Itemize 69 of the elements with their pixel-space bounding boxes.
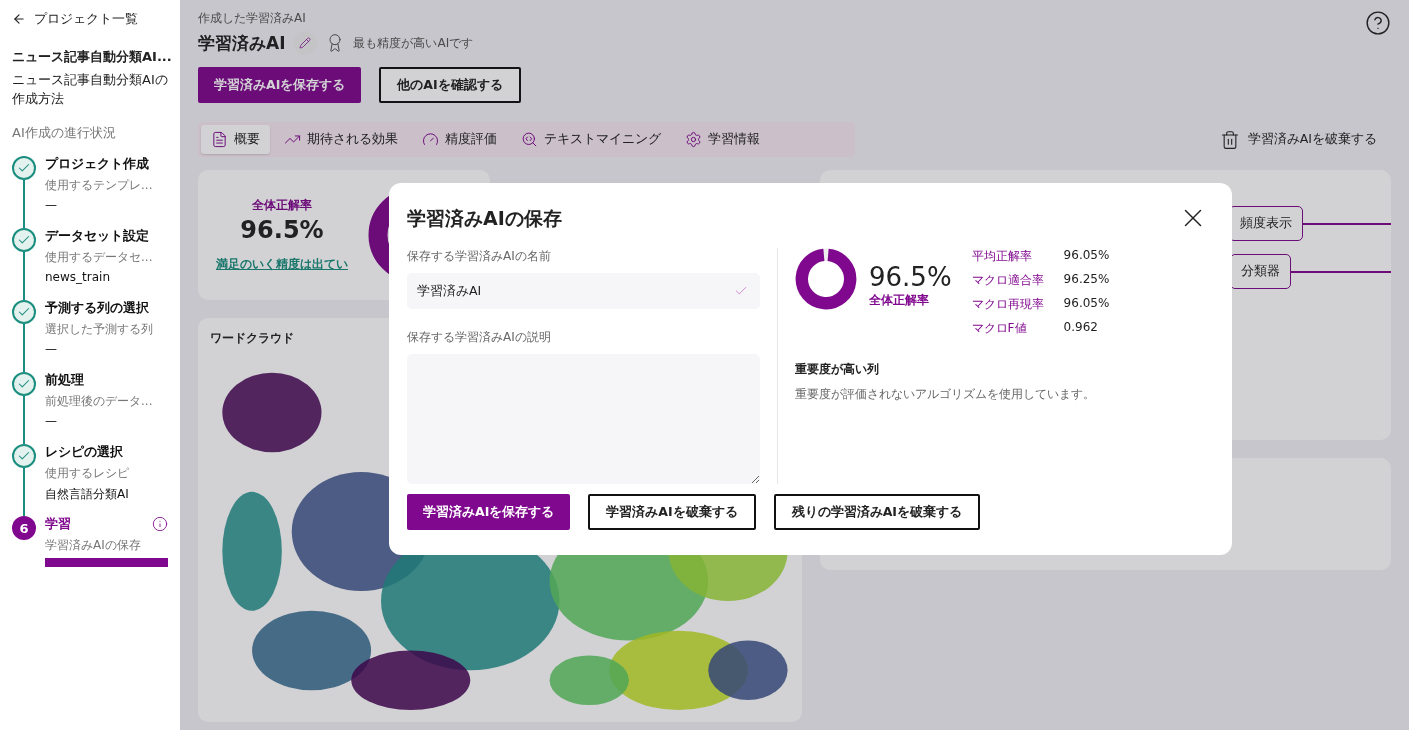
importance-text: 重要度が評価されないアルゴリズムを使用しています。 (795, 386, 1096, 403)
page-title: 学習済みAI (198, 31, 286, 55)
step-title: プロジェクト作成 (45, 156, 149, 173)
progress-heading: AI作成の進行状況 (12, 124, 117, 142)
step-value: news_train (45, 270, 111, 284)
name-label: 保存する学習済みAIの名前 (407, 248, 552, 265)
step-title: レシピの選択 (45, 444, 123, 461)
step-label: 前処理後のデータ... (45, 393, 154, 410)
compare-button[interactable]: 他のAIを確認する (379, 67, 521, 103)
step-value: — (45, 414, 58, 428)
step-label: 使用するデータセ... (45, 249, 154, 266)
settings-icon (685, 131, 702, 148)
metric-name: 平均正解率 (971, 248, 1033, 265)
gauge-icon (422, 131, 439, 148)
dialog-title: 学習済みAIの保存 (407, 206, 562, 231)
project-subtitle: ニュース記事自動分類AIの作成方法 (12, 71, 168, 108)
metric-value: 96.05% (1063, 296, 1110, 312)
step-label: 学習済みAIの保存 (45, 537, 142, 554)
pencil-icon (299, 37, 312, 49)
step-title: 学習 (45, 516, 71, 533)
discard-button[interactable]: 学習済みAIを破棄する (588, 494, 756, 530)
step-title: データセット設定 (45, 228, 149, 245)
accuracy-label: 全体正解率 (252, 197, 312, 214)
tab[interactable]: 概要 (201, 125, 270, 154)
description-field[interactable] (407, 354, 760, 484)
help-button[interactable] (1365, 10, 1391, 36)
step-value: — (45, 342, 58, 356)
description-label: 保存する学習済みAIの説明 (407, 329, 552, 346)
save-button[interactable]: 学習済みAIを保存する (407, 494, 571, 530)
text-search-icon (521, 131, 538, 148)
trash-icon (1219, 129, 1240, 150)
importance-heading: 重要度が高い列 (795, 361, 880, 378)
edit-button[interactable] (293, 31, 318, 55)
tab[interactable]: 精度評価 (412, 125, 507, 154)
tab[interactable]: 学習情報 (675, 125, 770, 154)
step-title: 予測する列の選択 (45, 300, 149, 317)
accuracy-label: 全体正解率 (869, 292, 930, 309)
save-button[interactable]: 学習済みAIを保存する (198, 67, 362, 103)
metric-value: 96.05% (1063, 248, 1110, 264)
discard-button[interactable]: 残りの学習済みAIを破棄する (773, 494, 980, 530)
info-icon[interactable] (152, 516, 168, 532)
step-value: — (45, 198, 58, 212)
check-icon (734, 284, 748, 298)
tab[interactable]: 期待される効果 (274, 125, 408, 154)
tab[interactable]: テキストマイニング (511, 125, 671, 154)
metric-name: マクロ適合率 (971, 272, 1044, 289)
step-label: 使用するテンプレ... (45, 177, 154, 194)
metric-name: マクロF値 (971, 320, 1028, 337)
step-label: 選択した予測する列 (45, 321, 154, 338)
discard-button[interactable]: 学習済みAIを破棄する (1213, 128, 1383, 151)
page-caption: 作成した学習済みAI (198, 10, 307, 27)
accuracy-donut (795, 248, 857, 310)
step-label: 使用するレシピ (45, 465, 130, 482)
name-field[interactable]: 学習済みAI (407, 273, 760, 309)
best-accuracy-label: 最も精度が高いAIです (353, 34, 474, 52)
accuracy-value: 96.5% (240, 216, 324, 244)
document-icon (211, 131, 228, 148)
step-title: 前処理 (45, 372, 84, 389)
model-node: 頻度表示 (1229, 206, 1303, 241)
model-node: 分類器 (1230, 254, 1291, 289)
metric-name: マクロ再現率 (971, 296, 1044, 313)
metric-value: 0.962 (1063, 320, 1099, 336)
accuracy-value: 96.5% (869, 262, 952, 292)
back-link[interactable]: プロジェクト一覧 (12, 10, 168, 28)
step-number: 6 (12, 516, 36, 540)
metric-value: 96.25% (1063, 272, 1110, 288)
accuracy-link[interactable]: 満足のいく精度は出てい (216, 256, 348, 273)
wordcloud-title: ワードクラウド (210, 330, 294, 347)
step-value: 自然言語分類AI (45, 486, 130, 503)
